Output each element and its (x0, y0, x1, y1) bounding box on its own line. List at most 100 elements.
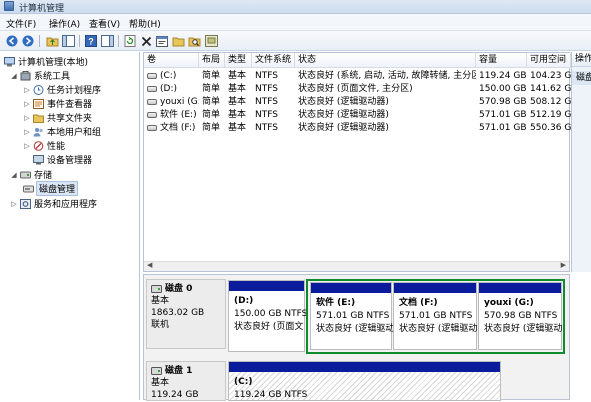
capacity-cell: 571.01 GB (479, 110, 527, 120)
tree-item-storage[interactable]: ◢ 存储 (10, 168, 53, 182)
layout-cell: 简单 (202, 123, 221, 133)
show-hide-tree-icon[interactable] (61, 34, 75, 48)
column-header-capacity[interactable]: 容量 (476, 53, 527, 68)
hard-disk-icon (151, 367, 162, 375)
tree-item-label: 事件查看器 (47, 100, 93, 110)
tree-item-local-users[interactable]: ▷ 本地用户和组 (23, 125, 101, 138)
volume-cell: youxi (G:) (144, 96, 199, 109)
tree-item-label: 存储 (34, 171, 53, 181)
table-row[interactable]: youxi (G:) 简单 基本 NTFS 状态良好 (逻辑驱动器) 570.9… (144, 96, 571, 109)
open-folder-icon[interactable] (171, 34, 185, 48)
table-row[interactable]: 软件 (E:) 简单 基本 NTFS 状态良好 (逻辑驱动器) 571.01 G… (144, 109, 571, 122)
shared-folder-icon (33, 114, 44, 123)
column-header-type[interactable]: 类型 (225, 53, 252, 68)
tree-item-label: 本地用户和组 (47, 128, 102, 138)
toolbar: ? (0, 31, 591, 51)
tree-item-label: 设备管理器 (47, 156, 93, 166)
tree-item-computer-management[interactable]: 计算机管理(本地) (4, 55, 88, 68)
expand-icon[interactable]: ▷ (23, 100, 31, 108)
status-cell: 状态良好 (页面文件, 主分区) (298, 84, 413, 94)
layout-cell: 简单 (202, 84, 221, 94)
table-row[interactable]: (C:) 简单 基本 NTFS 状态良好 (系统, 启动, 活动, 故障转储, … (144, 70, 571, 83)
show-hide-action-icon[interactable] (100, 34, 114, 48)
disk-management-icon (23, 185, 34, 192)
column-header-free-space[interactable]: 可用空间 (527, 53, 571, 68)
tree-item-disk-management[interactable]: 磁盘管理 (23, 181, 79, 196)
menu-file[interactable]: 文件(F) (6, 17, 36, 30)
partition-g[interactable]: youxi (G:) 570.98 GB NTFS 状态良好 (逻辑驱动 (478, 282, 562, 350)
partition-size: 150.00 GB NTFS (234, 309, 308, 319)
column-header-status[interactable]: 状态 (295, 53, 476, 68)
volume-icon (147, 111, 157, 118)
filesystem-cell: NTFS (255, 71, 278, 81)
device-manager-icon (33, 154, 44, 164)
performance-icon (33, 140, 44, 151)
disk-icon[interactable] (204, 34, 218, 48)
title-bar: 计算机管理 (0, 0, 591, 14)
forward-icon[interactable] (21, 34, 35, 48)
expand-icon[interactable]: ▷ (23, 128, 31, 136)
refresh-icon[interactable] (123, 34, 137, 48)
toolbar-separator (79, 35, 80, 47)
tree-item-shared-folders[interactable]: ▷ 共享文件夹 (23, 111, 92, 125)
menu-action[interactable]: 操作(A) (49, 17, 80, 30)
partition-bar (311, 283, 391, 293)
partition-f[interactable]: 文档 (F:) 571.01 GB NTFS 状态良好 (逻辑驱动 (393, 282, 477, 350)
disk-1-size: 119.24 GB (151, 390, 199, 400)
column-header-filesystem[interactable]: 文件系统 (252, 53, 295, 68)
disk-0-label[interactable]: 磁盘 0 基本 1863.02 GB 联机 (146, 279, 226, 349)
volume-icon (147, 124, 157, 131)
navigation-tree: 计算机管理(本地) ◢ 系统工具 ▷ 任务计划程序 ▷ 事件查看器 ▷ 共享文件… (0, 52, 140, 400)
help-icon[interactable]: ? (84, 34, 98, 48)
capacity-cell: 570.98 GB (479, 97, 527, 107)
column-header-layout[interactable]: 布局 (199, 53, 225, 68)
tree-item-services-apps[interactable]: ▷ 服务和应用程序 (10, 197, 97, 210)
tree-item-system-tools[interactable]: ◢ 系统工具 (10, 69, 70, 82)
tree-item-task-scheduler[interactable]: ▷ 任务计划程序 (23, 83, 101, 96)
partition-label: youxi (G:) (484, 298, 534, 308)
partition-size: 571.01 GB NTFS (316, 311, 390, 321)
free-space-cell: 104.23 G (530, 71, 571, 81)
column-header-volume[interactable]: 卷 (144, 53, 199, 68)
search-icon[interactable] (187, 34, 201, 48)
expand-icon[interactable]: ▷ (23, 86, 31, 94)
tree-item-event-viewer[interactable]: ▷ 事件查看器 (23, 97, 92, 110)
back-icon[interactable] (5, 34, 19, 48)
expand-icon[interactable]: ▷ (23, 142, 31, 150)
expand-icon[interactable]: ▷ (23, 114, 31, 122)
type-cell: 基本 (228, 123, 247, 133)
tree-item-performance[interactable]: ▷ 性能 (23, 139, 65, 152)
disk-1-label[interactable]: 磁盘 1 基本 119.24 GB (146, 361, 226, 401)
collapse-icon[interactable]: ◢ (10, 171, 18, 179)
collapse-icon[interactable]: ◢ (10, 72, 18, 80)
menu-help[interactable]: 帮助(H) (129, 17, 161, 30)
status-cell: 状态良好 (逻辑驱动器) (298, 123, 389, 133)
type-cell: 基本 (228, 110, 247, 120)
scroll-right-icon[interactable]: ▶ (561, 261, 566, 269)
horizontal-scrollbar[interactable]: ◀ ▶ (144, 261, 569, 271)
partition-label: 软件 (E:) (316, 298, 356, 308)
delete-icon[interactable] (139, 34, 153, 48)
partition-size: 571.01 GB NTFS (399, 311, 473, 321)
properties-icon[interactable] (155, 34, 169, 48)
scroll-left-icon[interactable]: ◀ (147, 261, 152, 269)
partition-c[interactable]: (C:) 119.24 GB NTFS (228, 361, 501, 401)
expand-icon[interactable]: ▷ (10, 200, 18, 208)
partition-e[interactable]: 软件 (E:) 571.01 GB NTFS 状态良好 (逻辑驱动 (310, 282, 394, 350)
volume-icon (147, 85, 157, 92)
filesystem-cell: NTFS (255, 97, 278, 107)
up-folder-icon[interactable] (45, 34, 59, 48)
filesystem-cell: NTFS (255, 110, 278, 120)
partition-bar (394, 283, 476, 293)
free-space-cell: 508.12 G (530, 97, 571, 107)
partition-d[interactable]: (D:) 150.00 GB NTFS 状态良好 (页面文 (228, 280, 308, 352)
disk-1-name: 磁盘 1 (151, 365, 221, 377)
table-row[interactable]: (D:) 简单 基本 NTFS 状态良好 (页面文件, 主分区) 150.00 … (144, 83, 571, 96)
disk-0-size: 1863.02 GB (151, 308, 205, 318)
menu-view[interactable]: 查看(V) (89, 17, 120, 30)
actions-item-disk[interactable]: 磁盘 (572, 71, 591, 85)
toolbar-separator (39, 35, 40, 47)
tree-item-device-manager[interactable]: 设备管理器 (33, 153, 92, 166)
table-row[interactable]: 文档 (F:) 简单 基本 NTFS 状态良好 (逻辑驱动器) 571.01 G… (144, 122, 571, 135)
hard-disk-icon (151, 285, 162, 293)
